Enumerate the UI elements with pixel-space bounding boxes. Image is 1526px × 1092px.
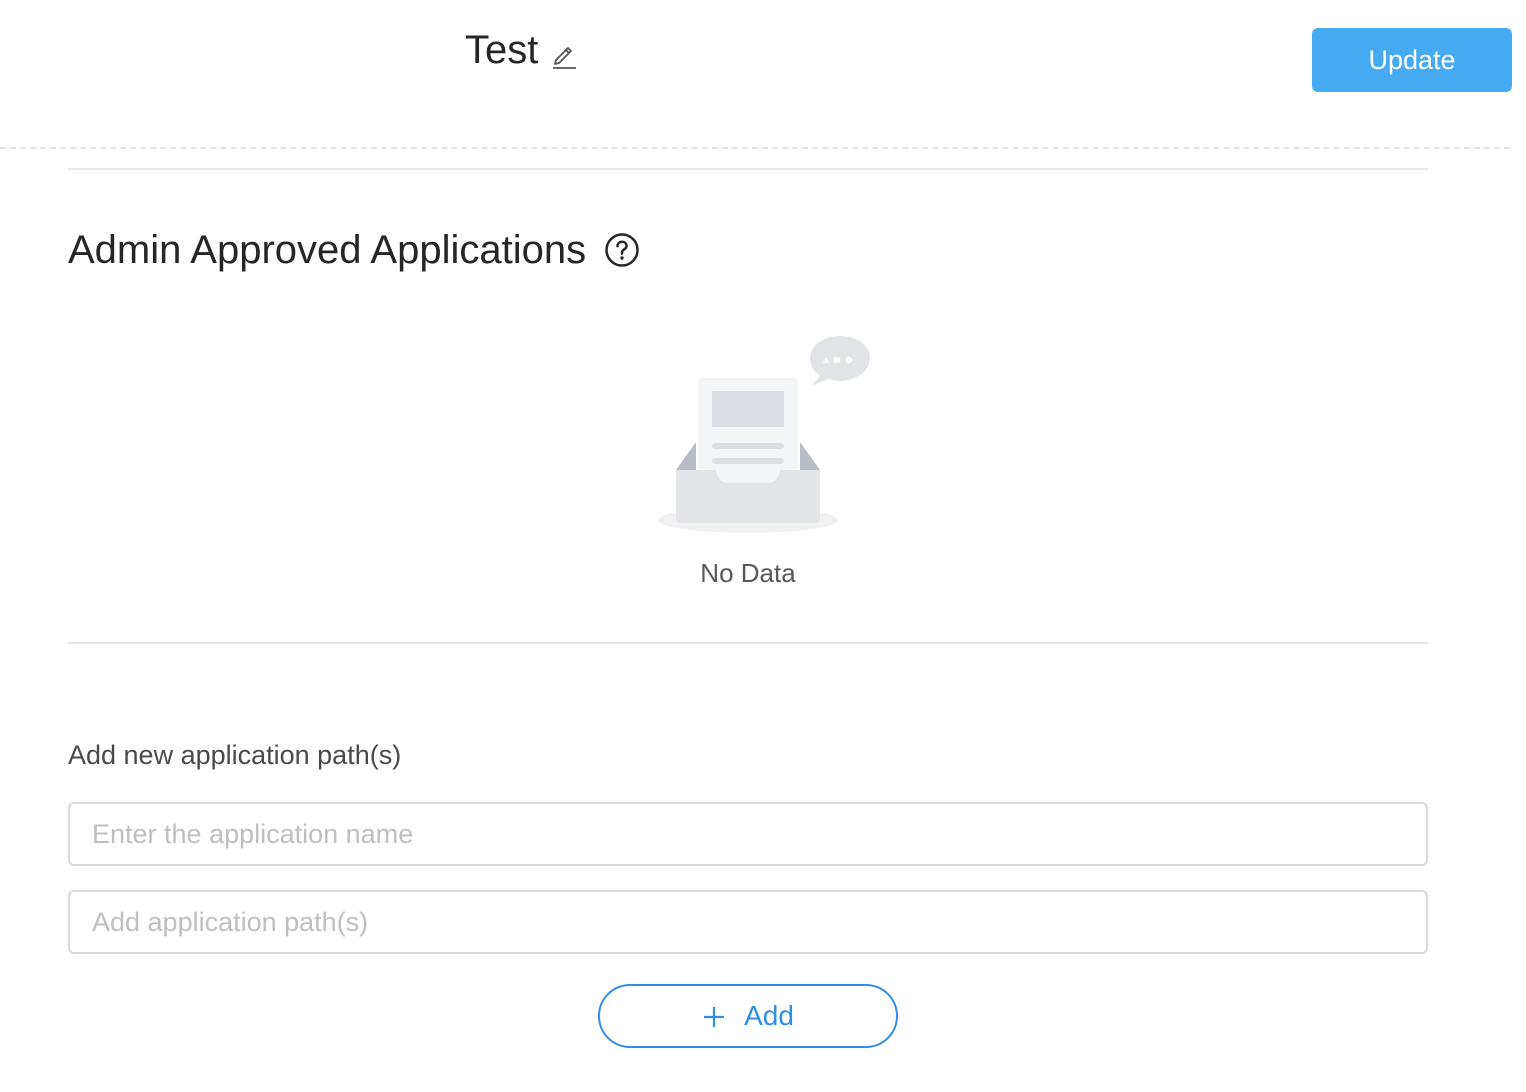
add-button[interactable]: Add [598, 984, 898, 1048]
page-header: Test Update [0, 0, 1526, 149]
header-divider [0, 147, 1510, 149]
add-path-label: Add new application path(s) [68, 740, 402, 770]
application-name-input[interactable] [68, 802, 1428, 866]
section-divider-bottom [68, 642, 1428, 644]
page: Test Update Admin Approved Applications [0, 0, 1526, 1092]
plus-icon [702, 1004, 726, 1028]
pencil-edit-icon[interactable] [550, 40, 578, 70]
page-title: Test [465, 28, 539, 72]
empty-state-text: No Data [700, 558, 796, 588]
title-group: Test [465, 26, 578, 74]
add-button-label: Add [744, 1000, 794, 1031]
application-path-input[interactable] [68, 890, 1428, 954]
question-circle-icon[interactable] [604, 232, 640, 268]
empty-state: No Data [648, 330, 870, 600]
empty-inbox-illustration [658, 336, 870, 533]
section-title: Admin Approved Applications [68, 228, 587, 272]
section-divider-top [68, 168, 1428, 170]
update-button[interactable]: Update [1312, 28, 1512, 92]
section-heading: Admin Approved Applications [68, 224, 640, 276]
